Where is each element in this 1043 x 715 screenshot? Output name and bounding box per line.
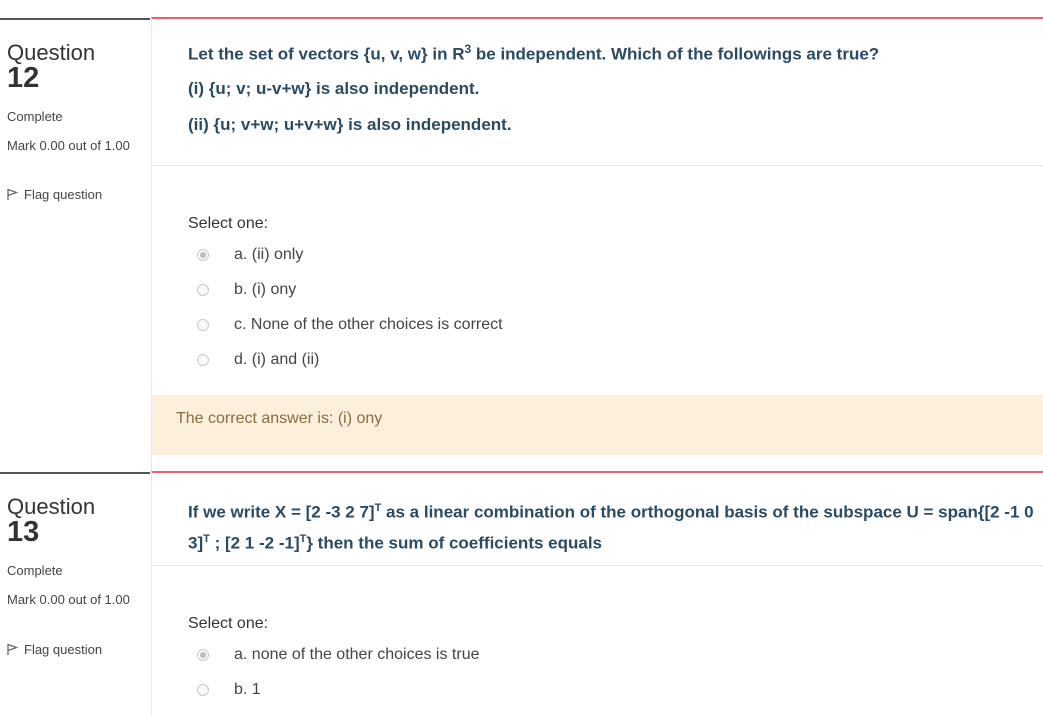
radio-button[interactable]	[197, 249, 209, 261]
question-grade: Mark 0.00 out of 1.00	[7, 592, 130, 607]
flag-question-link[interactable]: Flag question	[7, 642, 102, 657]
radio-button[interactable]	[197, 284, 209, 296]
question-12: Question 12 Complete Mark 0.00 out of 1.…	[0, 0, 1043, 472]
question-info: Question 12 Complete Mark 0.00 out of 1.…	[0, 18, 150, 470]
answer-option-label: a. (ii) only	[234, 246, 304, 263]
radio-button[interactable]	[197, 319, 209, 331]
question-state: Complete	[7, 563, 63, 578]
question-text-part: } then the sum of coefficients equals	[306, 533, 603, 553]
question-text-part: ; [2 1 -2 -1]	[209, 533, 300, 553]
select-one-prompt: Select one:	[188, 615, 269, 632]
flag-icon	[7, 188, 19, 200]
question-number: 12	[7, 62, 40, 94]
radio-button[interactable]	[197, 649, 209, 661]
question-content: If we write X = [2 -3 2 7]T as a linear …	[151, 471, 1043, 715]
question-text-part: If we write X = [2 -3 2 7]	[188, 502, 375, 522]
statement-i: (i) {u; v; u-v+w} is also independent.	[188, 79, 480, 98]
answer-option[interactable]: c. None of the other choices is correct	[197, 314, 503, 336]
select-one-prompt: Select one:	[188, 215, 269, 232]
transpose-superscript: T	[203, 532, 210, 545]
answer-option[interactable]: d. (i) and (ii)	[197, 349, 319, 371]
divider	[152, 565, 1043, 566]
answer-option[interactable]: b. 1	[197, 679, 261, 701]
answer-option[interactable]: a. none of the other choices is true	[197, 644, 479, 666]
feedback-box: The correct answer is: (i) ony	[152, 395, 1043, 455]
answer-option-label: d. (i) and (ii)	[234, 351, 320, 368]
question-content: Let the set of vectors {u, v, w} in R3 b…	[151, 17, 1043, 472]
question-info: Question 13 Complete Mark 0.00 out of 1.…	[0, 472, 150, 715]
question-text: Let the set of vectors {u, v, w} in R3 b…	[188, 42, 879, 65]
statement-ii: (ii) {u; v+w; u+v+w} is also independent…	[188, 115, 512, 134]
radio-button[interactable]	[197, 354, 209, 366]
question-text: If we write X = [2 -3 2 7]T as a linear …	[188, 495, 1038, 556]
answer-option[interactable]: a. (ii) only	[197, 244, 303, 266]
answer-option-label: b. 1	[234, 681, 261, 698]
flag-icon	[7, 643, 19, 655]
divider	[152, 165, 1043, 166]
flag-question-label: Flag question	[24, 187, 103, 202]
answer-option[interactable]: b. (i) ony	[197, 279, 296, 301]
flag-question-label: Flag question	[24, 642, 103, 657]
answer-option-label: c. None of the other choices is correct	[234, 316, 503, 333]
question-13: Question 13 Complete Mark 0.00 out of 1.…	[0, 470, 1043, 715]
answer-option-label: a. none of the other choices is true	[234, 646, 480, 663]
answer-option-label: b. (i) ony	[234, 281, 297, 298]
question-text-end: be independent. Which of the followings …	[471, 44, 880, 64]
radio-button[interactable]	[197, 684, 209, 696]
flag-question-link[interactable]: Flag question	[7, 187, 102, 202]
question-text-main: Let the set of vectors {u, v, w} in R	[188, 44, 465, 64]
question-number: 13	[7, 516, 40, 548]
question-grade: Mark 0.00 out of 1.00	[7, 138, 130, 153]
correct-answer-text: The correct answer is: (i) ony	[176, 410, 383, 427]
question-state: Complete	[7, 109, 63, 124]
